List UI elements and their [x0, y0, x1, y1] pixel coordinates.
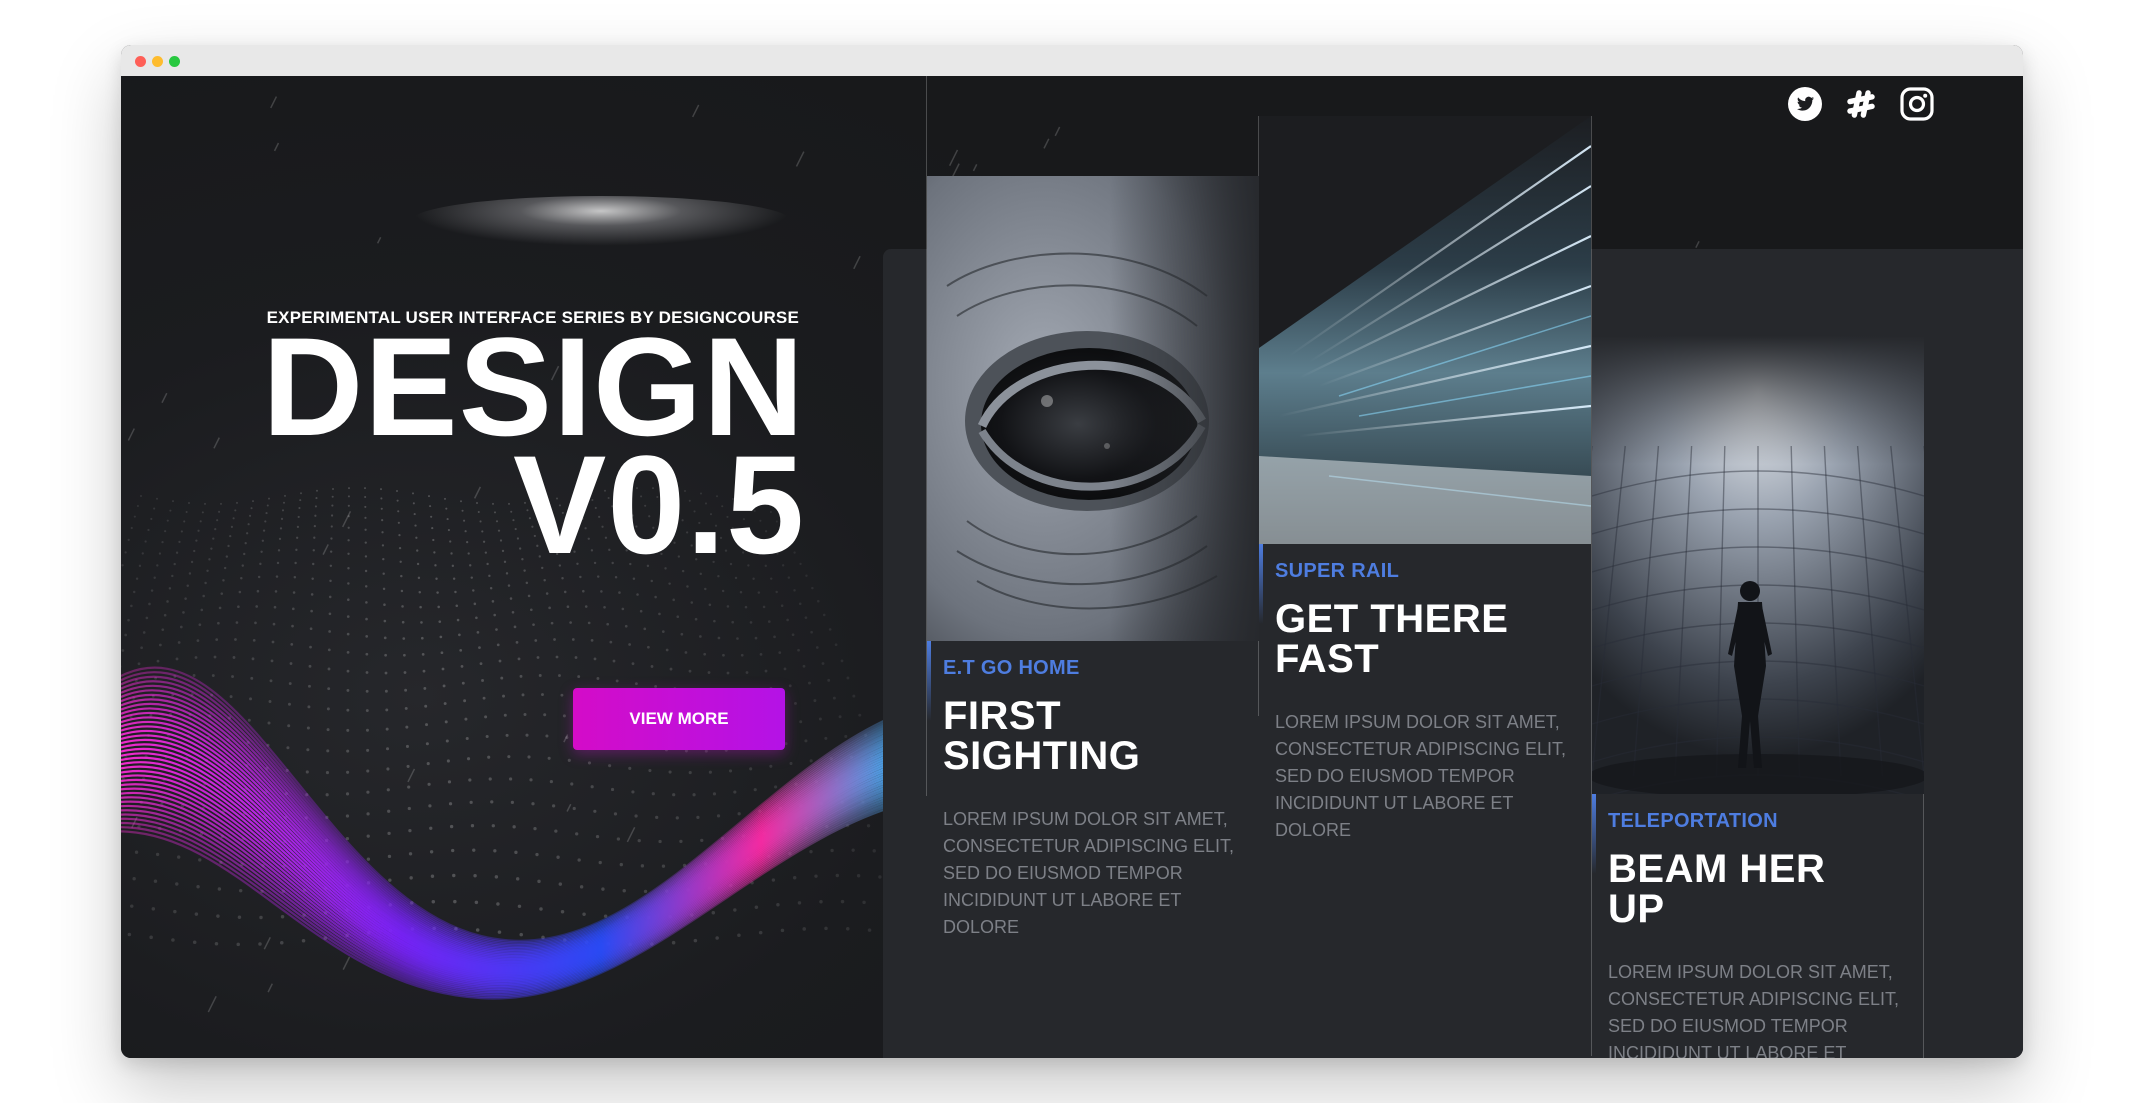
card-text: TELEPORTATION BEAM HER UP LOREM IPSUM DO… [1608, 810, 1916, 1058]
hero-title: DESIGN V0.5 [181, 317, 805, 575]
maximize-window-button[interactable] [169, 56, 180, 67]
card-eyebrow: SUPER RAIL [1275, 560, 1400, 582]
instagram-icon[interactable] [1899, 86, 1935, 122]
window-titlebar [121, 45, 2023, 76]
close-window-button[interactable] [135, 56, 146, 67]
card-title-line1: BEAM HER [1608, 847, 1826, 891]
slack-icon[interactable] [1843, 86, 1879, 122]
card-beam-her-up[interactable]: TELEPORTATION BEAM HER UP LOREM IPSUM DO… [1592, 336, 1924, 1058]
card-eyebrow: E.T GO HOME [943, 657, 1080, 679]
twitter-icon[interactable] [1787, 86, 1823, 122]
card-description: LOREM IPSUM DOLOR SIT AMET, CONSECTETUR … [1608, 962, 1900, 1058]
card-description: LOREM IPSUM DOLOR SIT AMET, CONSECTETUR … [1275, 712, 1567, 840]
page-viewport: EXPERIMENTAL USER INTERFACE SERIES BY DE… [121, 76, 2023, 1058]
card-get-there-fast[interactable]: SUPER RAIL GET THERE FAST LOREM IPSUM DO… [1259, 116, 1591, 1016]
card-accent-bar [1592, 794, 1596, 874]
card-eyebrow: TELEPORTATION [1608, 810, 1778, 832]
card-title-line1: FIRST [943, 694, 1062, 738]
abstract-wave-graphic [121, 666, 921, 1000]
card-title-line2: UP [1608, 887, 1665, 931]
card-title: BEAM HER UP [1608, 849, 1916, 929]
card-title-line2: FAST [1275, 637, 1380, 681]
card-title-line2: SIGHTING [943, 734, 1141, 778]
card-image-super-rail [1259, 116, 1591, 544]
spotlight-glow [411, 196, 791, 246]
card-accent-bar [927, 641, 931, 721]
view-more-button[interactable]: VIEW MORE [573, 688, 785, 750]
card-title-line1: GET THERE [1275, 597, 1509, 641]
card-title: FIRST SIGHTING [943, 696, 1251, 776]
minimize-window-button[interactable] [152, 56, 163, 67]
card-title: GET THERE FAST [1275, 599, 1583, 679]
card-first-sighting[interactable]: E.T GO HOME FIRST SIGHTING LOREM IPSUM D… [927, 176, 1259, 1056]
card-text: SUPER RAIL GET THERE FAST LOREM IPSUM DO… [1275, 560, 1583, 844]
card-description: LOREM IPSUM DOLOR SIT AMET, CONSECTETUR … [943, 809, 1235, 937]
card-image-alien-eye [927, 176, 1259, 641]
card-image-teleportation [1592, 336, 1924, 794]
card-accent-bar [1259, 544, 1263, 624]
card-text: E.T GO HOME FIRST SIGHTING LOREM IPSUM D… [943, 657, 1251, 941]
social-links [1787, 86, 1935, 122]
browser-window: EXPERIMENTAL USER INTERFACE SERIES BY DE… [121, 45, 2023, 1058]
